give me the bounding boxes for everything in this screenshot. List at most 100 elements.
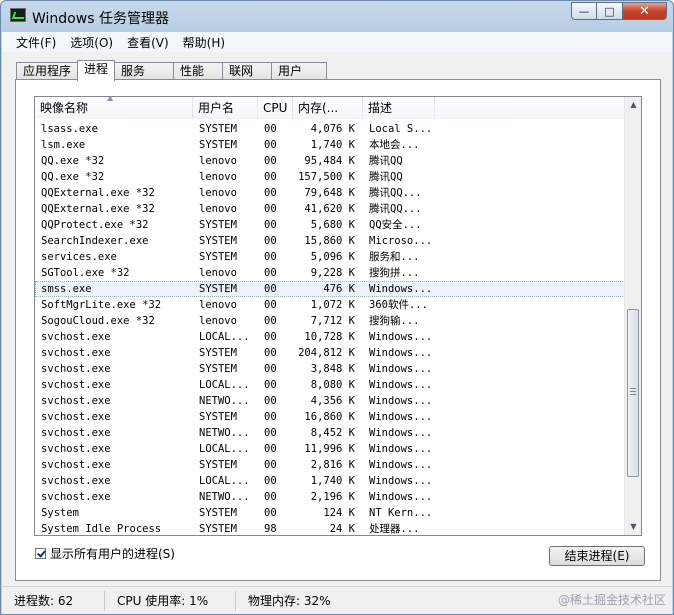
column-memory[interactable]: 内存(...: [293, 97, 363, 119]
cell-description: 腾讯QQ: [369, 155, 403, 167]
process-row[interactable]: QQExternal.exe *32 lenovo 00 41,620 K 腾讯QQ..…: [35, 201, 625, 217]
process-row[interactable]: System Idle Process SYSTEM 98 24 K 处理器...: [35, 521, 625, 535]
process-row[interactable]: svchost.exe SYSTEM 00 204,812 K Windows...: [35, 345, 625, 361]
task-manager-icon: [10, 8, 26, 22]
cell-user-name: SYSTEM: [199, 411, 237, 423]
cell-filler: [435, 409, 625, 425]
process-row[interactable]: lsm.exe SYSTEM 00 1,740 K 本地会...: [35, 137, 625, 153]
cell-filler: [435, 249, 625, 265]
cell-cpu: 00: [264, 491, 277, 503]
process-row[interactable]: svchost.exe LOCAL... 00 8,080 K Windows...: [35, 377, 625, 393]
process-row[interactable]: svchost.exe NETWO... 00 8,452 K Windows...: [35, 425, 625, 441]
scroll-up-arrow-icon[interactable]: ▲: [626, 97, 641, 113]
column-header-row: ▲ 映像名称 用户名 CPU 内存(... 描述: [35, 97, 625, 119]
cell-image-name: svchost.exe: [41, 347, 111, 359]
process-row[interactable]: lsass.exe SYSTEM 00 4,076 K Local S...: [35, 121, 625, 137]
tab-users[interactable]: 用户: [271, 62, 328, 80]
process-row[interactable]: svchost.exe LOCAL... 00 10,728 K Windows...: [35, 329, 625, 345]
minimize-button[interactable]: —: [571, 2, 597, 20]
tab-processes[interactable]: 进程: [77, 60, 116, 81]
maximize-button[interactable]: □: [597, 2, 623, 20]
status-cpu-usage: CPU 使用率: 1%: [105, 590, 236, 611]
cell-cpu: 00: [264, 363, 277, 375]
process-row[interactable]: System SYSTEM 00 124 K NT Kern...: [35, 505, 625, 521]
cell-description: 腾讯QQ...: [369, 203, 422, 215]
show-all-users-option[interactable]: 显示所有用户的进程(S): [35, 545, 175, 562]
cell-cpu: 00: [264, 315, 277, 327]
tab-services[interactable]: 服务: [114, 62, 175, 80]
process-row[interactable]: svchost.exe LOCAL... 00 11,996 K Windows...: [35, 441, 625, 457]
cell-description: Windows...: [369, 331, 433, 343]
process-row[interactable]: svchost.exe SYSTEM 00 16,860 K Windows...: [35, 409, 625, 425]
title-bar[interactable]: Windows 任务管理器 — □ ✕: [1, 1, 673, 31]
cell-filler: [435, 521, 625, 535]
cell-cpu: 00: [264, 155, 277, 167]
tab-strip: 应用程序 进程 服务 性能 联网 用户: [16, 60, 328, 81]
cell-filler: [435, 457, 625, 473]
status-process-count: 进程数: 62: [2, 590, 105, 611]
minimize-icon: —: [578, 4, 590, 18]
cell-memory: 95,484 K: [304, 155, 355, 167]
cell-image-name: QQProtect.exe *32: [41, 219, 149, 231]
cell-user-name: SYSTEM: [199, 459, 237, 471]
cell-user-name: NETWO...: [199, 491, 250, 503]
process-row[interactable]: svchost.exe NETWO... 00 4,356 K Windows...: [35, 393, 625, 409]
scroll-down-arrow-icon[interactable]: ▼: [626, 519, 641, 535]
cell-image-name: System: [41, 507, 79, 519]
process-row[interactable]: smss.exe SYSTEM 00 476 K Windows...: [35, 281, 625, 297]
cell-user-name: SYSTEM: [199, 123, 237, 135]
process-row[interactable]: SoftMgrLite.exe *32 lenovo 00 1,072 K 360软件.…: [35, 297, 625, 313]
process-row[interactable]: QQ.exe *32 lenovo 00 95,484 K 腾讯QQ: [35, 153, 625, 169]
process-row[interactable]: QQExternal.exe *32 lenovo 00 79,648 K 腾讯QQ..…: [35, 185, 625, 201]
menu-file[interactable]: 文件(F): [16, 34, 56, 51]
cell-cpu: 00: [264, 187, 277, 199]
tab-applications[interactable]: 应用程序: [16, 62, 79, 80]
cell-cpu: 00: [264, 427, 277, 439]
column-filler: [435, 97, 625, 119]
column-user-name[interactable]: 用户名: [193, 97, 258, 119]
tab-performance[interactable]: 性能: [173, 62, 224, 80]
menu-options[interactable]: 选项(O): [70, 34, 113, 51]
show-all-users-label: 显示所有用户的进程(S): [50, 547, 175, 561]
column-image-name[interactable]: ▲ 映像名称: [35, 97, 193, 119]
column-description[interactable]: 描述: [363, 97, 435, 119]
cell-cpu: 00: [264, 235, 277, 247]
cell-memory: 8,080 K: [310, 379, 355, 391]
process-row[interactable]: svchost.exe SYSTEM 00 3,848 K Windows...: [35, 361, 625, 377]
vertical-scrollbar[interactable]: ▲ ▼: [624, 97, 641, 535]
process-row[interactable]: svchost.exe SYSTEM 00 2,816 K Windows...: [35, 457, 625, 473]
cell-user-name: lenovo: [199, 187, 237, 199]
menu-view[interactable]: 查看(V): [127, 34, 169, 51]
show-all-users-checkbox[interactable]: [35, 548, 46, 559]
cell-description: 360软件...: [369, 299, 428, 311]
cell-image-name: svchost.exe: [41, 379, 111, 391]
cell-image-name: svchost.exe: [41, 491, 111, 503]
process-row[interactable]: SearchIndexer.exe SYSTEM 00 15,860 K Microso…: [35, 233, 625, 249]
process-row[interactable]: services.exe SYSTEM 00 5,096 K 服务和...: [35, 249, 625, 265]
cell-cpu: 00: [264, 171, 277, 183]
cell-cpu: 00: [264, 411, 277, 423]
process-row[interactable]: SogouCloud.exe *32 lenovo 00 7,712 K 搜狗输...: [35, 313, 625, 329]
process-row[interactable]: svchost.exe NETWO... 00 2,196 K Windows...: [35, 489, 625, 505]
process-row[interactable]: QQ.exe *32 lenovo 00 157,500 K 腾讯QQ: [35, 169, 625, 185]
cell-memory: 5,680 K: [310, 219, 355, 231]
tab-networking[interactable]: 联网: [222, 62, 273, 80]
cell-image-name: services.exe: [41, 251, 117, 263]
grip-icon: [630, 388, 636, 395]
cell-memory: 10,728 K: [304, 331, 355, 343]
close-button[interactable]: ✕: [623, 2, 667, 20]
cell-description: Windows...: [369, 459, 433, 471]
process-row[interactable]: SGTool.exe *32 lenovo 00 9,228 K 搜狗拼...: [35, 265, 625, 281]
process-row[interactable]: svchost.exe LOCAL... 00 1,740 K Windows...: [35, 473, 625, 489]
scroll-thumb[interactable]: [627, 309, 639, 477]
cell-memory: 124 K: [323, 507, 355, 519]
cell-image-name: SoftMgrLite.exe *32: [41, 299, 162, 311]
process-list[interactable]: ▲ 映像名称 用户名 CPU 内存(... 描述 lsass.exe SYSTEM 0…: [34, 96, 642, 536]
cell-image-name: QQExternal.exe *32: [41, 187, 155, 199]
end-process-button[interactable]: 结束进程(E): [549, 546, 645, 566]
cell-memory: 4,356 K: [310, 395, 355, 407]
cell-user-name: SYSTEM: [199, 363, 237, 375]
menu-help[interactable]: 帮助(H): [183, 34, 225, 51]
process-row[interactable]: QQProtect.exe *32 SYSTEM 00 5,680 K QQ安全...: [35, 217, 625, 233]
column-cpu[interactable]: CPU: [258, 97, 293, 119]
